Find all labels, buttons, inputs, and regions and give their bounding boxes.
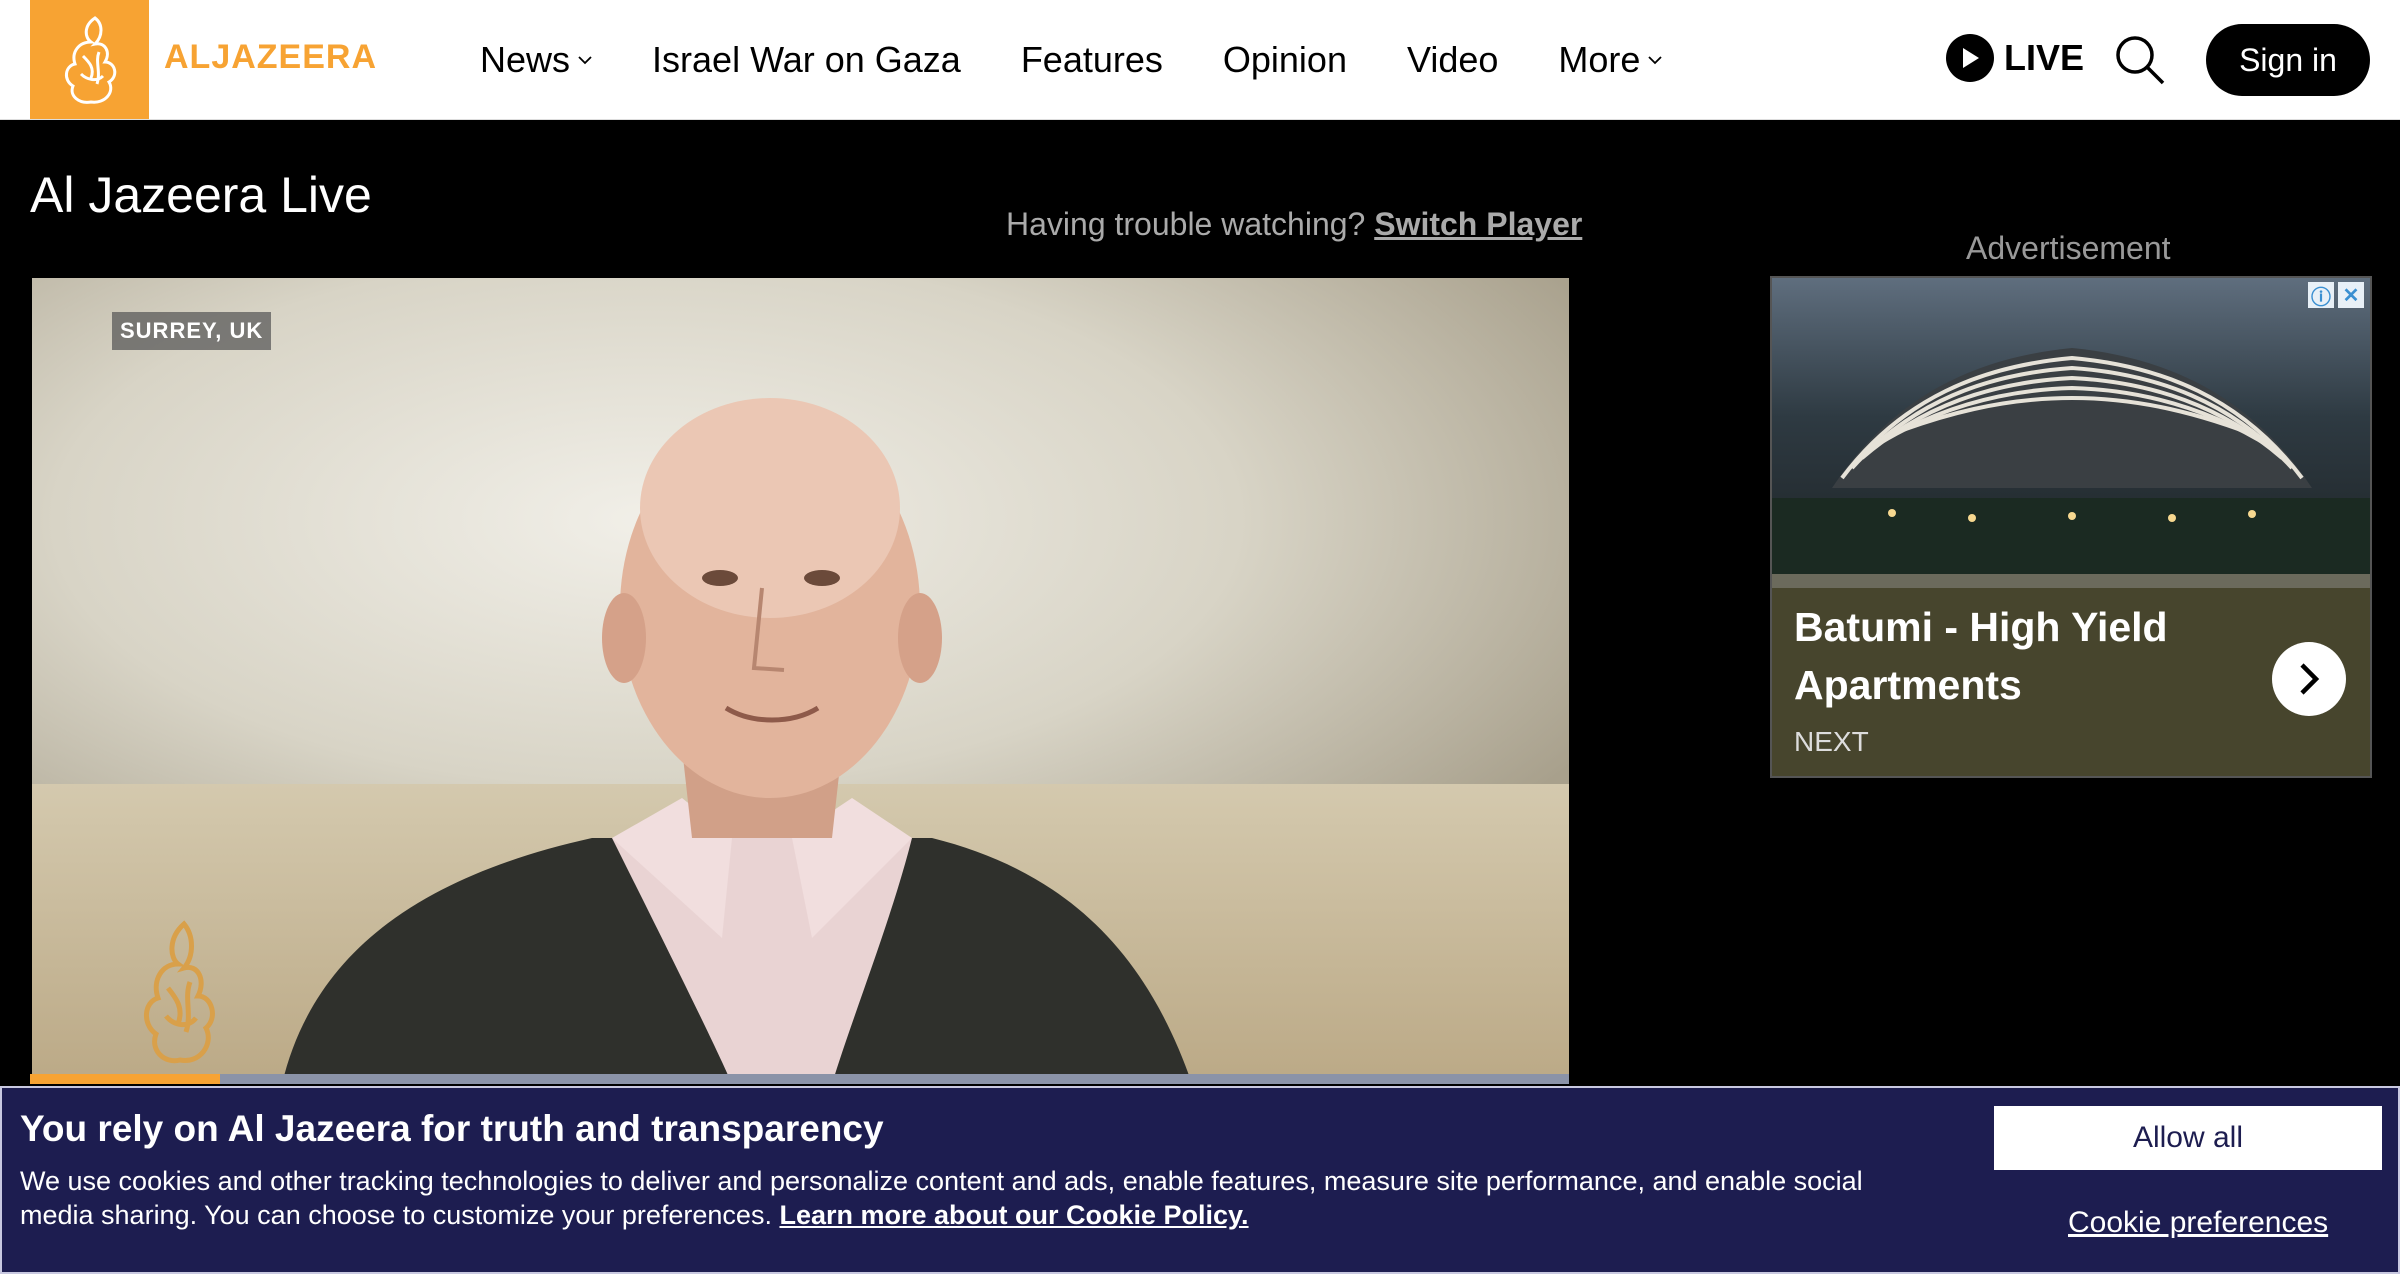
cookie-body: We use cookies and other tracking techno… (20, 1164, 1920, 1232)
cookie-banner: You rely on Al Jazeera for truth and tra… (0, 1086, 2400, 1274)
ad-image (1772, 278, 2370, 588)
chevron-right-icon[interactable] (2272, 642, 2346, 716)
nav-item-label: Israel War on Gaza (652, 38, 961, 80)
play-icon (1946, 34, 1994, 82)
channel-watermark-icon (132, 918, 222, 1073)
switch-player-link[interactable]: Switch Player (1374, 206, 1582, 242)
advertisement-label: Advertisement (1966, 230, 2171, 266)
chevron-down-icon (578, 55, 592, 64)
nav-item-more[interactable]: More (1558, 38, 1663, 81)
nav-item-label: Video (1406, 38, 1499, 80)
main-nav: News Israel War on Gaza Features Opinion… (480, 0, 1722, 119)
location-badge: SURREY, UK (112, 312, 272, 350)
nav-item-video[interactable]: Video (1407, 39, 1498, 81)
top-nav-bar: ALJAZEERA News Israel War on Gaza Featur… (0, 0, 2400, 120)
video-progress-bar[interactable] (30, 1074, 1569, 1084)
video-progress-fill (30, 1074, 220, 1084)
ad-info-icon[interactable]: ⓘ (2308, 282, 2334, 309)
cookie-policy-link[interactable]: Learn more about our Cookie Policy. (779, 1200, 1248, 1230)
nav-item-label: Features (1020, 38, 1163, 80)
chevron-down-icon (1648, 55, 1663, 64)
nav-item-features[interactable]: Features (1021, 39, 1163, 81)
logo-text[interactable]: ALJAZEERA (164, 38, 377, 77)
page-title: Al Jazeera Live (30, 167, 372, 223)
nav-item-label: News (480, 38, 571, 80)
live-button[interactable]: LIVE (1946, 34, 2084, 82)
nav-item-israel-war-on-gaza[interactable]: Israel War on Gaza (652, 39, 961, 81)
ad-controls: ⓘ ✕ (2308, 282, 2364, 309)
presenter-image (282, 398, 1192, 1084)
sign-in-button[interactable]: Sign in (2206, 24, 2370, 96)
player-trouble-notice: Having trouble watching? Switch Player (1006, 206, 1582, 243)
nav-item-label: Opinion (1222, 38, 1347, 80)
cookie-preferences-link[interactable]: Cookie preferences (2068, 1206, 2328, 1240)
nav-item-news[interactable]: News (480, 39, 592, 81)
nav-item-label: More (1558, 38, 1641, 80)
ad-headline[interactable]: Batumi - High Yield Apartments (1794, 598, 2234, 714)
cookie-title: You rely on Al Jazeera for truth and tra… (20, 1108, 884, 1149)
allow-all-button[interactable]: Allow all (1994, 1106, 2382, 1170)
search-icon[interactable] (2114, 34, 2166, 91)
aljazeera-logo-icon[interactable] (30, 0, 149, 119)
ad-close-icon[interactable]: ✕ (2338, 282, 2364, 308)
nav-item-opinion[interactable]: Opinion (1223, 39, 1347, 81)
live-label: LIVE (2004, 37, 2085, 78)
ad-next-label: NEXT (1794, 726, 1869, 757)
advertisement-card[interactable]: ⓘ ✕ Batumi - High Yield Apartments NEXT (1770, 276, 2372, 778)
trouble-text: Having trouble watching? (1006, 206, 1366, 242)
video-player[interactable]: SURREY, UK (32, 278, 1569, 1084)
